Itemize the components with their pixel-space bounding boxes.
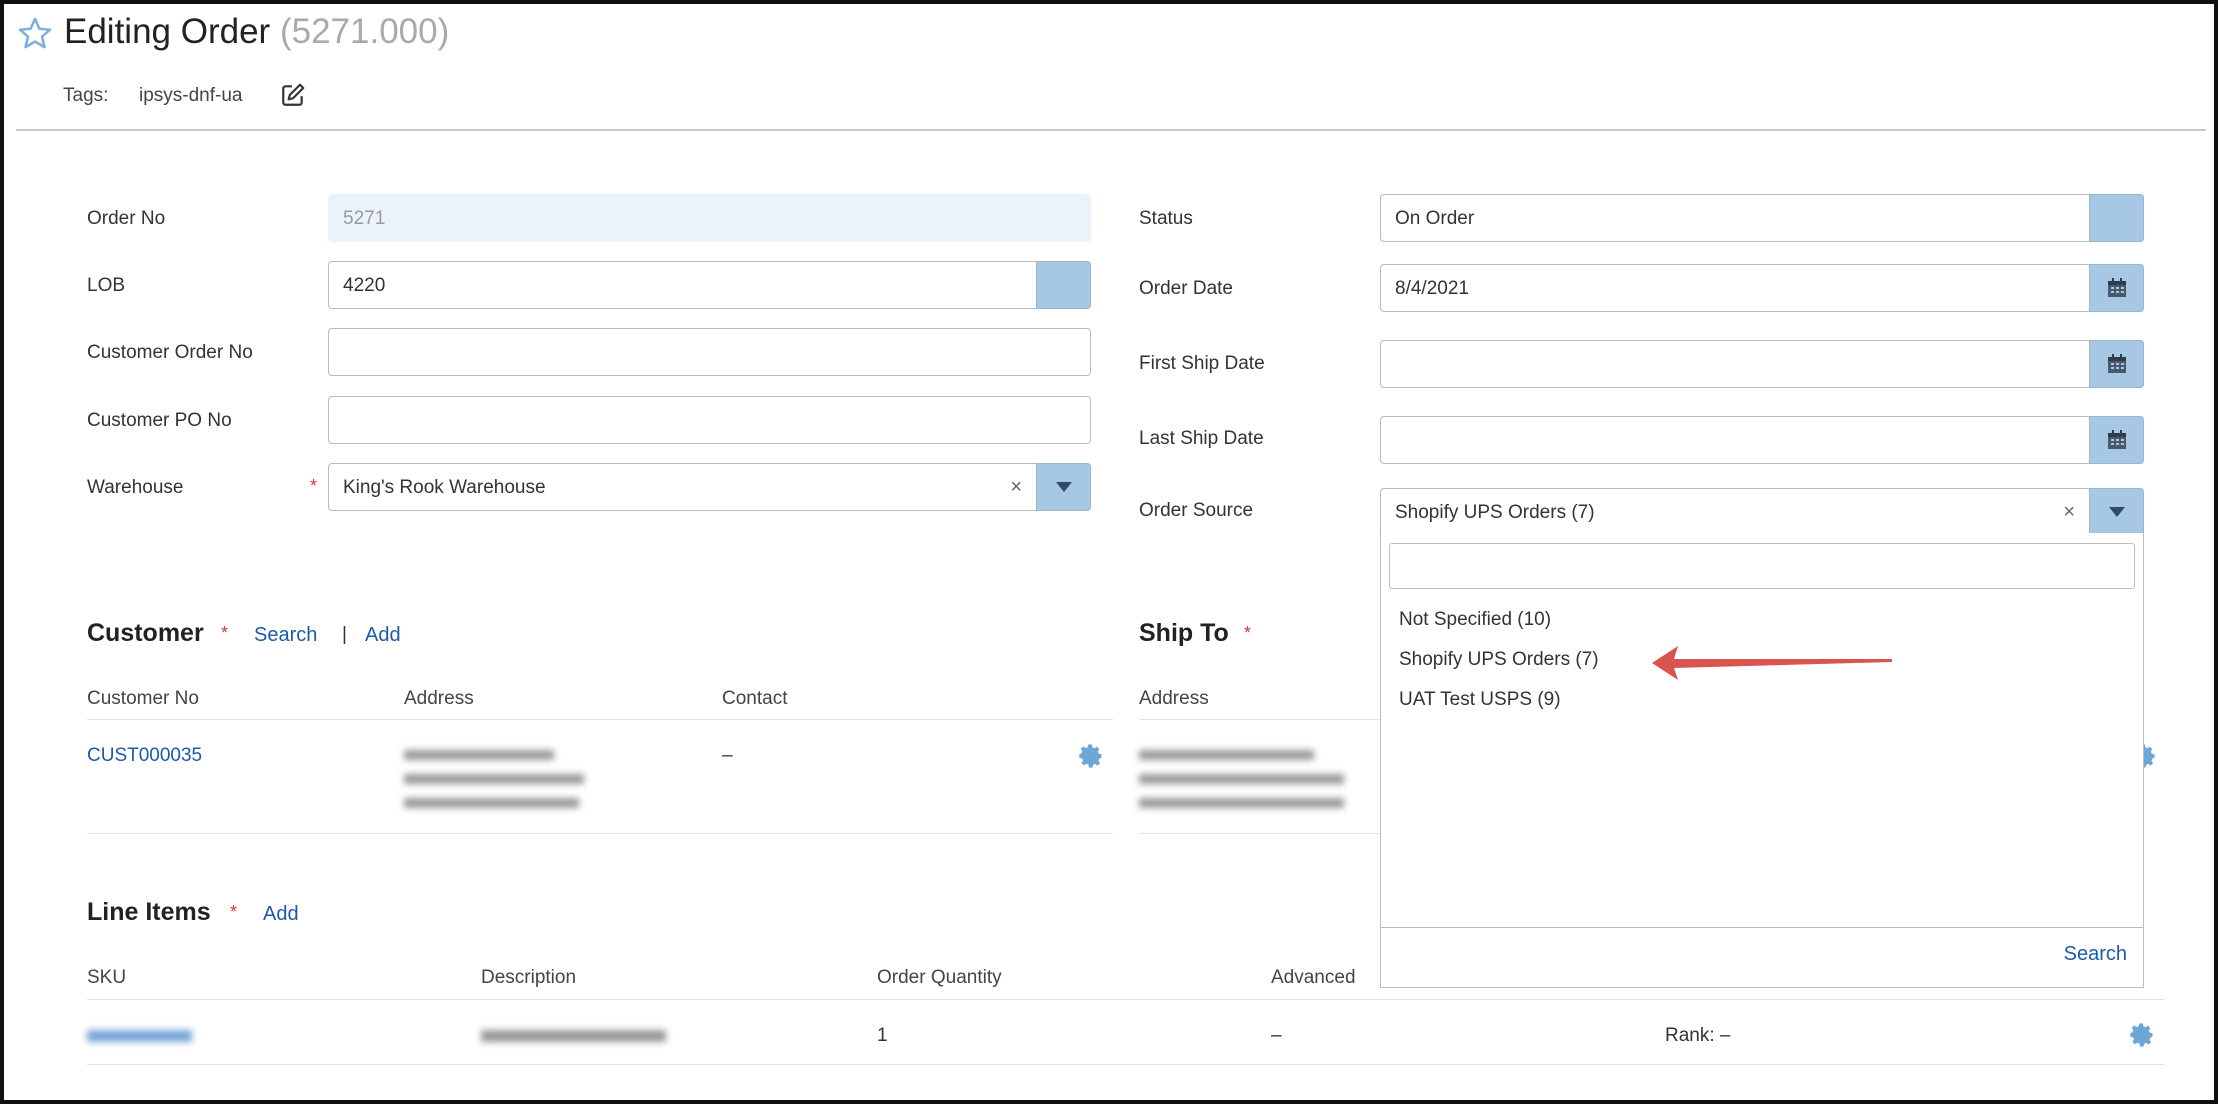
first-ship-date-label: First Ship Date (1139, 353, 1265, 374)
line-items-row-divider (87, 1064, 2165, 1065)
customer-col-contact: Contact (722, 688, 788, 709)
order-date-value: 8/4/2021 (1395, 278, 1469, 299)
line-items-col-advanced: Advanced (1271, 967, 1356, 988)
customer-contact-value: – (722, 745, 733, 766)
customer-add-link[interactable]: Add (365, 624, 401, 647)
lob-lookup-button[interactable] (1036, 261, 1091, 309)
warehouse-label: Warehouse (87, 477, 184, 498)
warehouse-select[interactable]: King's Rook Warehouse × (328, 463, 1091, 511)
line-items-section-title: Line Items (87, 898, 211, 926)
ship-to-section-title: Ship To (1139, 619, 1229, 647)
warehouse-clear-icon[interactable]: × (1010, 476, 1022, 499)
customer-po-no-label: Customer PO No (87, 410, 232, 431)
line-items-add-link[interactable]: Add (263, 903, 299, 926)
lob-label: LOB (87, 275, 126, 296)
order-source-clear-icon[interactable]: × (2063, 501, 2075, 524)
customer-address-redacted (404, 744, 584, 808)
ship-to-required-marker: * (1244, 623, 1252, 643)
warehouse-dropdown-button[interactable] (1036, 463, 1091, 511)
line-item-sku-redacted[interactable] (87, 1024, 192, 1042)
lob-field[interactable]: 4220 (328, 261, 1091, 309)
order-source-dropdown-button[interactable] (2089, 488, 2144, 536)
ship-to-address-redacted (1139, 744, 1344, 808)
order-no-value: 5271 (343, 208, 386, 229)
customer-header-divider (87, 719, 1113, 720)
customer-order-no-label: Customer Order No (87, 342, 253, 363)
ship-to-col-address: Address (1139, 688, 1209, 709)
customer-po-no-field[interactable] (328, 396, 1091, 444)
calendar-icon (2107, 278, 2126, 297)
ship-to-row-divider (1139, 833, 1379, 834)
customer-section-title: Customer (87, 619, 204, 647)
line-items-header-divider (87, 999, 2165, 1000)
page-title-text: Editing Order (64, 12, 271, 51)
order-source-value: Shopify UPS Orders (7) (1395, 502, 1595, 523)
order-source-dropdown-search-link[interactable]: Search (2064, 943, 2127, 966)
lob-value: 4220 (343, 275, 386, 296)
status-value: On Order (1395, 208, 1475, 229)
last-ship-date-field[interactable] (1380, 416, 2144, 464)
line-items-col-sku: SKU (87, 967, 127, 988)
order-source-option-not-specified[interactable]: Not Specified (10) (1399, 609, 1551, 631)
customer-search-link[interactable]: Search (254, 624, 317, 647)
customer-col-customer-no: Customer No (87, 688, 199, 709)
dropdown-footer-divider (1381, 927, 2143, 928)
customer-gear-icon[interactable] (1077, 742, 1105, 770)
customer-no-link[interactable]: CUST000035 (87, 745, 202, 767)
order-version-number: (5271.000) (279, 12, 450, 51)
customer-order-no-field[interactable] (328, 328, 1091, 376)
line-item-advanced: – (1271, 1025, 1282, 1046)
order-no-field: 5271 (328, 194, 1091, 242)
order-source-dropdown-panel: Not Specified (10) Shopify UPS Orders (7… (1380, 533, 2144, 988)
last-ship-date-label: Last Ship Date (1139, 428, 1264, 449)
page-title: Editing Order (5271.000) (64, 12, 449, 52)
line-item-gear-icon[interactable] (2128, 1021, 2156, 1049)
last-ship-date-calendar-button[interactable] (2089, 416, 2144, 464)
order-source-label: Order Source (1139, 500, 1254, 521)
red-arrow-annotation (1652, 646, 1892, 680)
tag-value: ipsys-dnf-ua (139, 85, 243, 106)
line-item-rank: Rank: – (1665, 1025, 1731, 1046)
chevron-down-icon (1055, 482, 1072, 492)
warehouse-value: King's Rook Warehouse (343, 477, 546, 498)
star-icon[interactable] (16, 15, 54, 53)
order-date-label: Order Date (1139, 278, 1233, 299)
order-source-select[interactable]: Shopify UPS Orders (7) × (1380, 488, 2144, 536)
line-item-description-redacted (481, 1024, 666, 1042)
customer-link-separator: | (342, 624, 347, 645)
ship-to-header-divider (1139, 719, 1379, 720)
status-label: Status (1139, 208, 1193, 229)
warehouse-required-marker: * (310, 476, 318, 496)
order-date-calendar-button[interactable] (2089, 264, 2144, 312)
calendar-icon (2107, 430, 2126, 449)
first-ship-date-calendar-button[interactable] (2089, 340, 2144, 388)
edit-icon[interactable] (280, 82, 306, 108)
order-source-dropdown-search-input[interactable] (1389, 543, 2135, 589)
customer-row-divider (87, 833, 1113, 834)
status-field[interactable]: On Order (1380, 194, 2144, 242)
tags-label: Tags: (63, 85, 109, 106)
order-source-option-shopify-ups[interactable]: Shopify UPS Orders (7) (1399, 649, 1599, 671)
first-ship-date-field[interactable] (1380, 340, 2144, 388)
customer-col-address: Address (404, 688, 474, 709)
line-items-col-description: Description (481, 967, 577, 988)
line-item-order-quantity: 1 (877, 1025, 888, 1046)
calendar-icon (2107, 354, 2126, 373)
chevron-down-icon (2108, 507, 2125, 517)
order-source-option-uat-test-usps[interactable]: UAT Test USPS (9) (1399, 689, 1561, 711)
customer-required-marker: * (221, 623, 229, 643)
line-items-col-order-quantity: Order Quantity (877, 967, 1002, 988)
header-divider (16, 129, 2206, 131)
line-items-required-marker: * (230, 902, 238, 922)
status-lookup-button[interactable] (2089, 194, 2144, 242)
order-date-field[interactable]: 8/4/2021 (1380, 264, 2144, 312)
order-no-label: Order No (87, 208, 166, 229)
